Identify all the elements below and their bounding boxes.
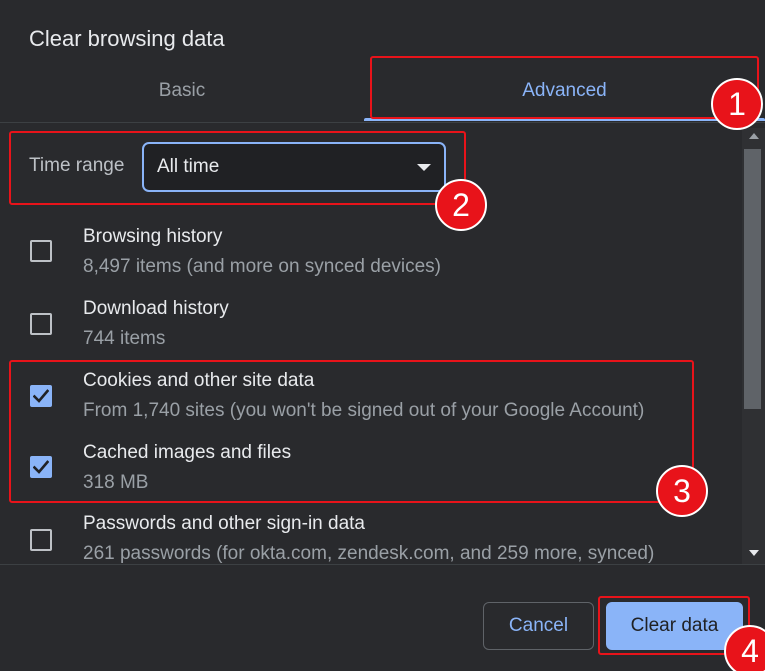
option-subtitle: 8,497 items (and more on synced devices) [83, 256, 442, 277]
option-subtitle: 744 items [83, 328, 166, 349]
annotation-box-checked-options [9, 360, 694, 503]
annotation-box-time-range [9, 131, 466, 205]
option-download-history: Download history 744 items [0, 297, 740, 357]
passwords-checkbox[interactable] [30, 529, 52, 551]
annotation-number-1: 1 [711, 78, 763, 130]
tab-basic[interactable]: Basic [0, 80, 364, 106]
annotation-number-2: 2 [435, 179, 487, 231]
cancel-button[interactable]: Cancel [483, 602, 594, 650]
option-title: Passwords and other sign-in data [83, 513, 365, 534]
clear-browsing-data-dialog: Clear browsing data Basic Advanced Time … [0, 0, 765, 671]
scrollbar-thumb[interactable] [744, 149, 761, 409]
annotation-number-3: 3 [656, 465, 708, 517]
download-history-checkbox[interactable] [30, 313, 52, 335]
footer-divider [0, 564, 765, 565]
browsing-history-checkbox[interactable] [30, 240, 52, 262]
tabs-divider [0, 122, 765, 123]
option-subtitle: 261 passwords (for okta.com, zendesk.com… [83, 543, 655, 564]
dialog-title: Clear browsing data [29, 26, 225, 51]
scroll-up-arrow-icon[interactable] [749, 133, 759, 139]
option-title: Download history [83, 298, 229, 319]
option-title: Browsing history [83, 226, 223, 247]
option-browsing-history: Browsing history 8,497 items (and more o… [0, 225, 740, 285]
scroll-down-arrow-icon[interactable] [749, 550, 759, 556]
annotation-box-advanced-tab [370, 56, 759, 119]
scrollbar[interactable] [742, 128, 765, 564]
